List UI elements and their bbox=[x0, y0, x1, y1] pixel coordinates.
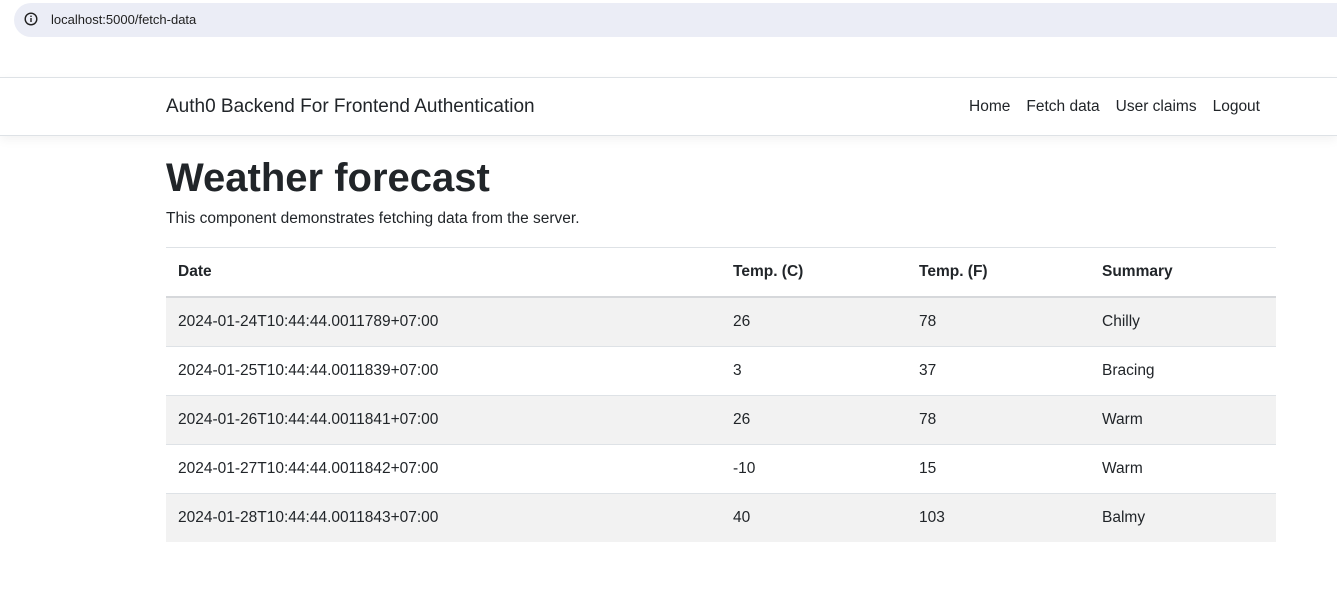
top-navbar: Auth0 Backend For Frontend Authenticatio… bbox=[0, 77, 1337, 136]
cell-summary: Warm bbox=[1090, 395, 1276, 445]
cell-temp-c: -10 bbox=[721, 444, 907, 494]
cell-summary: Balmy bbox=[1090, 493, 1276, 542]
table-row: 2024-01-27T10:44:44.0011842+07:00 -10 15… bbox=[166, 444, 1276, 494]
cell-summary: Warm bbox=[1090, 444, 1276, 494]
main-content: Weather forecast This component demonstr… bbox=[166, 150, 1276, 542]
weather-table: Date Temp. (C) Temp. (F) Summary 2024-01… bbox=[166, 247, 1276, 542]
table-row: 2024-01-24T10:44:44.0011789+07:00 26 78 … bbox=[166, 297, 1276, 347]
nav-link-logout[interactable]: Logout bbox=[1205, 97, 1268, 117]
header-summary: Summary bbox=[1090, 247, 1276, 298]
header-date: Date bbox=[166, 247, 721, 298]
table-row: 2024-01-25T10:44:44.0011839+07:00 3 37 B… bbox=[166, 346, 1276, 396]
table-row: 2024-01-26T10:44:44.0011841+07:00 26 78 … bbox=[166, 395, 1276, 445]
nav-link-fetch-data[interactable]: Fetch data bbox=[1018, 97, 1107, 117]
nav-link-user-claims[interactable]: User claims bbox=[1108, 97, 1205, 117]
site-info-icon[interactable] bbox=[24, 12, 38, 26]
cell-date: 2024-01-24T10:44:44.0011789+07:00 bbox=[166, 297, 721, 347]
cell-temp-f: 78 bbox=[907, 395, 1090, 445]
cell-date: 2024-01-26T10:44:44.0011841+07:00 bbox=[166, 395, 721, 445]
page-title: Weather forecast bbox=[166, 156, 490, 200]
cell-temp-f: 103 bbox=[907, 493, 1090, 542]
cell-temp-c: 26 bbox=[721, 297, 907, 347]
cell-summary: Chilly bbox=[1090, 297, 1276, 347]
cell-temp-c: 26 bbox=[721, 395, 907, 445]
table-row: 2024-01-28T10:44:44.0011843+07:00 40 103… bbox=[166, 493, 1276, 542]
nav-link-home[interactable]: Home bbox=[961, 97, 1018, 117]
address-bar[interactable] bbox=[14, 3, 1337, 37]
browser-toolbar: localhost:5000/fetch-data bbox=[0, 0, 1337, 40]
cell-temp-c: 40 bbox=[721, 493, 907, 542]
cell-date: 2024-01-28T10:44:44.0011843+07:00 bbox=[166, 493, 721, 542]
brand-link[interactable]: Auth0 Backend For Frontend Authenticatio… bbox=[166, 96, 535, 118]
cell-temp-f: 78 bbox=[907, 297, 1090, 347]
cell-temp-c: 3 bbox=[721, 346, 907, 396]
cell-temp-f: 37 bbox=[907, 346, 1090, 396]
cell-date: 2024-01-25T10:44:44.0011839+07:00 bbox=[166, 346, 721, 396]
cell-temp-f: 15 bbox=[907, 444, 1090, 494]
url-text[interactable]: localhost:5000/fetch-data bbox=[51, 11, 196, 29]
header-temp-c: Temp. (C) bbox=[721, 247, 907, 298]
nav-links: Home Fetch data User claims Logout bbox=[961, 97, 1268, 117]
header-temp-f: Temp. (F) bbox=[907, 247, 1090, 298]
cell-summary: Bracing bbox=[1090, 346, 1276, 396]
table-header-row: Date Temp. (C) Temp. (F) Summary bbox=[166, 247, 1276, 298]
cell-date: 2024-01-27T10:44:44.0011842+07:00 bbox=[166, 444, 721, 494]
page-description: This component demonstrates fetching dat… bbox=[166, 210, 580, 227]
